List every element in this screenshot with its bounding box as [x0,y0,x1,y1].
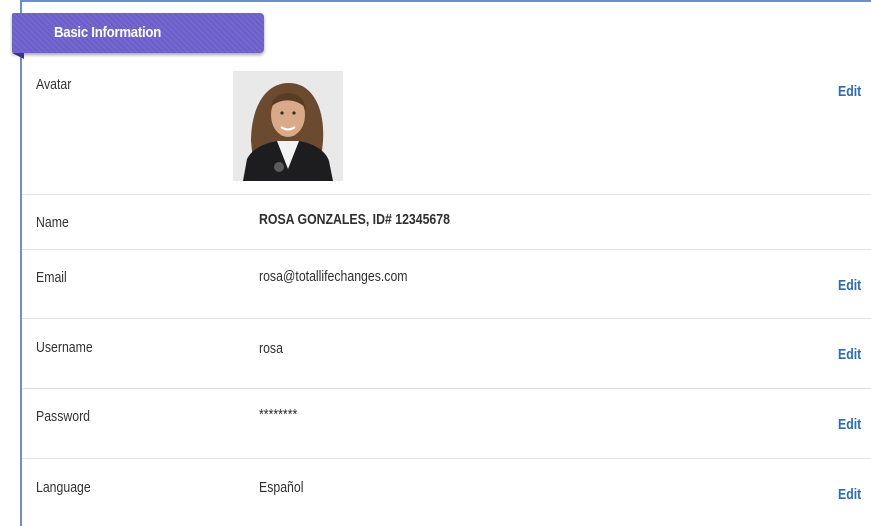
language-row: Language Español Edit [22,458,871,525]
avatar [233,71,343,181]
password-edit-link[interactable]: Edit [838,416,861,433]
header-fold-decoration [12,53,24,59]
email-value: rosa@totallifechanges.com [259,268,408,285]
avatar-edit-link[interactable]: Edit [838,83,861,100]
avatar-photo [233,71,343,181]
email-label: Email [36,269,67,286]
password-row: Password ******** Edit [22,388,871,459]
name-value: ROSA GONZALES, ID# 12345678 [259,211,450,228]
section-header-tab: Basic Information [12,13,264,59]
username-edit-link[interactable]: Edit [838,346,861,363]
section-title: Basic Information [54,24,162,41]
language-value: Español [259,479,304,496]
username-row: Username rosa Edit [22,318,871,389]
username-value: rosa [259,340,283,357]
email-row: Email rosa@totallifechanges.com Edit [22,249,871,319]
username-label: Username [36,339,93,356]
name-label: Name [36,214,69,231]
language-label: Language [36,479,91,496]
password-value: ******** [259,406,298,423]
language-edit-link[interactable]: Edit [838,486,861,503]
email-edit-link[interactable]: Edit [838,277,861,294]
avatar-label: Avatar [36,76,72,93]
name-row: Name ROSA GONZALES, ID# 12345678 [22,194,871,250]
password-label: Password [36,408,91,425]
